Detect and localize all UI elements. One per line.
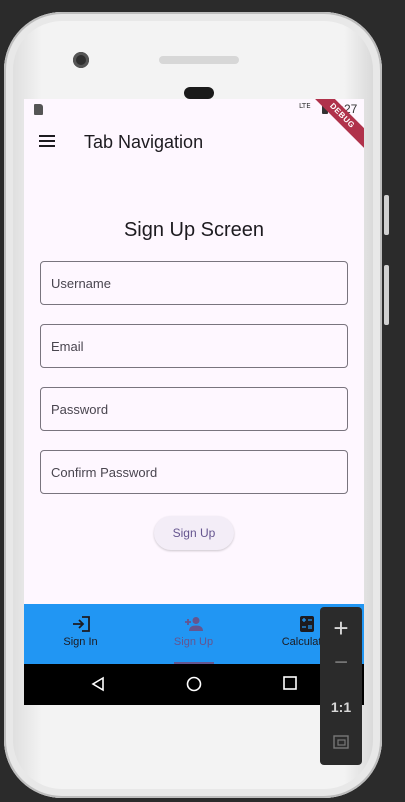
login-icon bbox=[72, 616, 90, 632]
emulator-zoom-panel: + − 1:1 bbox=[320, 607, 362, 765]
sd-card-icon bbox=[34, 104, 43, 115]
network-label: LTE bbox=[299, 102, 311, 110]
menu-icon[interactable] bbox=[39, 135, 55, 147]
system-navigation-bar bbox=[24, 664, 364, 705]
back-icon[interactable] bbox=[90, 676, 106, 692]
fit-screen-icon[interactable] bbox=[333, 735, 349, 749]
earpiece-grille bbox=[159, 56, 239, 64]
nav-label: Sign In bbox=[63, 636, 98, 648]
nav-item-sign-up[interactable]: Sign Up bbox=[137, 604, 250, 664]
home-icon[interactable] bbox=[186, 676, 202, 692]
email-field[interactable] bbox=[40, 324, 348, 368]
power-button bbox=[384, 265, 389, 325]
bottom-navigation: Sign In Sign Up Calculator bbox=[24, 604, 364, 664]
app-bar: Tab Navigation bbox=[24, 119, 364, 165]
volume-button bbox=[384, 195, 389, 235]
nav-item-sign-in[interactable]: Sign In bbox=[24, 604, 137, 664]
app-bar-title: Tab Navigation bbox=[84, 132, 204, 152]
password-field[interactable] bbox=[40, 387, 348, 431]
front-camera bbox=[73, 52, 89, 68]
person-add-icon bbox=[184, 617, 203, 631]
confirm-password-field[interactable] bbox=[40, 450, 348, 494]
zoom-in-button[interactable]: + bbox=[320, 613, 362, 644]
zoom-out-button[interactable]: − bbox=[320, 649, 362, 677]
username-field[interactable] bbox=[40, 261, 348, 305]
status-bar: LTE 3:27 bbox=[24, 99, 364, 119]
sign-up-button[interactable]: Sign Up bbox=[154, 516, 234, 550]
speaker bbox=[184, 87, 214, 99]
recents-icon[interactable] bbox=[283, 676, 297, 690]
nav-label: Sign Up bbox=[173, 636, 214, 648]
actual-size-button[interactable]: 1:1 bbox=[320, 699, 362, 715]
page-title: Sign Up Screen bbox=[123, 219, 265, 241]
app-screen: LTE 3:27 DEBUG Tab Navigation Sign Up Sc… bbox=[24, 99, 364, 705]
calculator-icon bbox=[299, 616, 314, 632]
